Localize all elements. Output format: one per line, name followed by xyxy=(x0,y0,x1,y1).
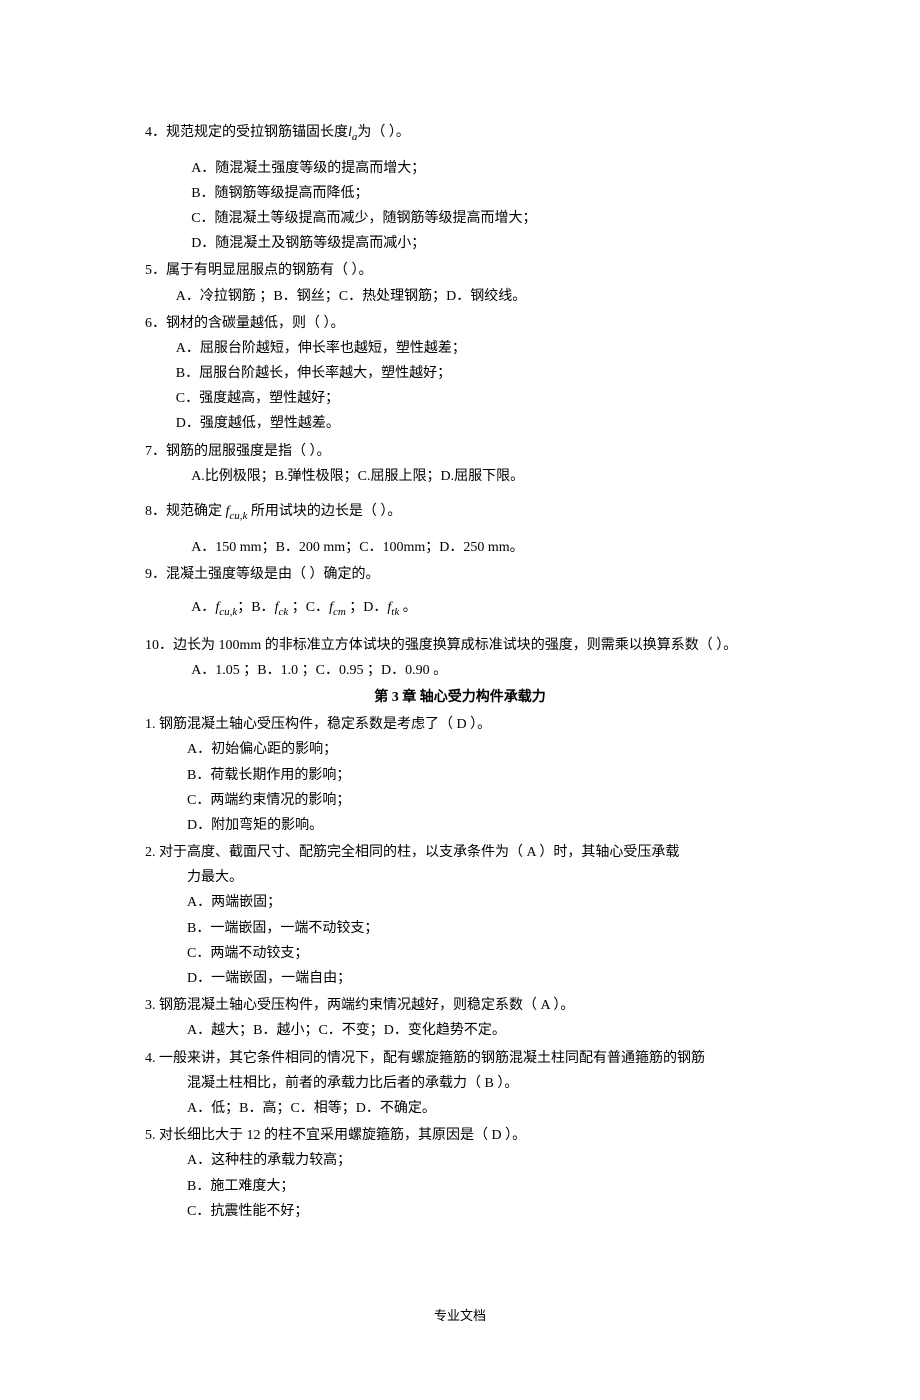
c3q4-stem: 4. 一般来讲，其它条件相同的情况下，配有螺旋箍筋的钢筋混凝土柱同配有普通箍筋的… xyxy=(145,1046,775,1071)
q9-stem: 9．混凝土强度等级是由（ ）确定的。 xyxy=(145,562,775,587)
q4-opt-b: B．随钢筋等级提高而降低； xyxy=(145,181,775,206)
q7-opts: A.比例极限；B.弹性极限；C.屈服上限；D.屈服下限。 xyxy=(145,464,775,489)
q8-text-b: 所用试块的边长是（ ）。 xyxy=(251,504,402,519)
q8-opts: A．150 mm；B．200 mm；C．100mm；D．250 mm。 xyxy=(145,535,775,560)
c3-question-4: 4. 一般来讲，其它条件相同的情况下，配有螺旋箍筋的钢筋混凝土柱同配有普通箍筋的… xyxy=(145,1046,775,1122)
q9-opts: A．fcu,k；B．fck ；C．fcm ；D．ftk 。 xyxy=(145,595,775,623)
q9-s1: cu,k xyxy=(219,606,237,618)
document-page: 4．规范规定的受拉钢筋锚固长度la为（ ）。 A．随混凝土强度等级的提高而增大；… xyxy=(0,0,920,1400)
q5-opts: A．冷拉钢筋 ；B．钢丝；C．热处理钢筋；D．钢绞线。 xyxy=(145,284,775,309)
q7-stem: 7．钢筋的屈服强度是指（ ）。 xyxy=(145,439,775,464)
c3q5-opt-c: C．抗震性能不好； xyxy=(145,1199,775,1224)
q9-s2: ck xyxy=(278,606,288,618)
c3q2-opt-b: B．一端嵌固，一端不动铰支； xyxy=(145,916,775,941)
question-7: 7．钢筋的屈服强度是指（ ）。 A.比例极限；B.弹性极限；C.屈服上限；D.屈… xyxy=(145,439,775,489)
q6-opt-b: B．屈服台阶越长，伸长率越大，塑性越好； xyxy=(145,361,775,386)
question-6: 6．钢材的含碳量越低，则（ ）。 A．屈服台阶越短，伸长率也越短，塑性越差； B… xyxy=(145,311,775,437)
q9-a: A． xyxy=(191,600,215,615)
q4-text-a: 4．规范规定的受拉钢筋锚固长度 xyxy=(145,125,348,140)
q8-stem: 8．规范确定 fcu,k 所用试块的边长是（ ）。 xyxy=(145,499,775,527)
c3q5-stem: 5. 对长细比大于 12 的柱不宜采用螺旋箍筋，其原因是（ D ）。 xyxy=(145,1123,775,1148)
footer-text: 专业文档 xyxy=(145,1304,775,1327)
q6-opt-d: D．强度越低，塑性越差。 xyxy=(145,411,775,436)
c3-question-3: 3. 钢筋混凝土轴心受压构件，两端约束情况越好，则稳定系数（ A ）。 A．越大… xyxy=(145,993,775,1043)
q5-stem: 5．属于有明显屈服点的钢筋有（ ）。 xyxy=(145,258,775,283)
question-10: 10．边长为 100mm 的非标准立方体试块的强度换算成标准试块的强度，则需乘以… xyxy=(145,633,775,683)
c3q4-opts: A．低；B．高；C．相等；D．不确定。 xyxy=(145,1096,775,1121)
c3q2-opt-d: D．一端嵌固，一端自由； xyxy=(145,966,775,991)
q4-stem: 4．规范规定的受拉钢筋锚固长度la为（ ）。 xyxy=(145,120,775,148)
c3-question-1: 1. 钢筋混凝土轴心受压构件，稳定系数是考虑了（ D ）。 A．初始偏心距的影响… xyxy=(145,712,775,838)
q4-opt-a: A．随混凝土强度等级的提高而增大； xyxy=(145,156,775,181)
chapter-3-title: 第 3 章 轴心受力构件承载力 xyxy=(145,685,775,710)
c3q1-opt-c: C．两端约束情况的影响； xyxy=(145,788,775,813)
c3q1-stem: 1. 钢筋混凝土轴心受压构件，稳定系数是考虑了（ D ）。 xyxy=(145,712,775,737)
q8-subvar: cu,k xyxy=(229,510,247,522)
q6-opt-a: A．屈服台阶越短，伸长率也越短，塑性越差； xyxy=(145,336,775,361)
c3q2-stem: 2. 对于高度、截面尺寸、配筋完全相同的柱，以支承条件为（ A ）时，其轴心受压… xyxy=(145,840,775,865)
c3q5-opt-b: B．施工难度大； xyxy=(145,1174,775,1199)
q10-opts: A．1.05 ；B．1.0 ；C．0.95 ；D．0.90 。 xyxy=(145,658,775,683)
c3q2-opt-a: A．两端嵌固； xyxy=(145,890,775,915)
c3-question-5: 5. 对长细比大于 12 的柱不宜采用螺旋箍筋，其原因是（ D ）。 A．这种柱… xyxy=(145,1123,775,1224)
q9-sep3: ；D． xyxy=(346,600,388,615)
question-9: 9．混凝土强度等级是由（ ）确定的。 A．fcu,k；B．fck ；C．fcm … xyxy=(145,562,775,631)
q10-stem: 10．边长为 100mm 的非标准立方体试块的强度换算成标准试块的强度，则需乘以… xyxy=(145,633,775,658)
c3q2-opt-c: C．两端不动铰支； xyxy=(145,941,775,966)
c3q1-opt-d: D．附加弯矩的影响。 xyxy=(145,813,775,838)
c3-question-2: 2. 对于高度、截面尺寸、配筋完全相同的柱，以支承条件为（ A ）时，其轴心受压… xyxy=(145,840,775,991)
q9-sep1: ；B． xyxy=(237,600,274,615)
c3q4-stem2: 混凝土柱相比，前者的承载力比后者的承载力（ B ）。 xyxy=(145,1071,775,1096)
question-5: 5．属于有明显屈服点的钢筋有（ ）。 A．冷拉钢筋 ；B．钢丝；C．热处理钢筋；… xyxy=(145,258,775,308)
q9-sep4: 。 xyxy=(399,600,417,615)
c3q5-opt-a: A．这种柱的承载力较高； xyxy=(145,1148,775,1173)
c3q2-stem2: 力最大。 xyxy=(145,865,775,890)
q9-sep2: ；C． xyxy=(288,600,329,615)
question-4: 4．规范规定的受拉钢筋锚固长度la为（ ）。 A．随混凝土强度等级的提高而增大；… xyxy=(145,120,775,256)
q4-opt-c: C．随混凝土等级提高而减少，随钢筋等级提高而增大； xyxy=(145,206,775,231)
c3q1-opt-b: B．荷载长期作用的影响； xyxy=(145,763,775,788)
q4-text-b: 为（ ）。 xyxy=(357,125,410,140)
q6-opt-c: C．强度越高，塑性越好； xyxy=(145,386,775,411)
c3q3-opts: A．越大；B．越小；C．不变；D．变化趋势不定。 xyxy=(145,1018,775,1043)
q4-opt-d: D．随混凝土及钢筋等级提高而减小； xyxy=(145,231,775,256)
q8-text-a: 8．规范确定 xyxy=(145,504,222,519)
q6-stem: 6．钢材的含碳量越低，则（ ）。 xyxy=(145,311,775,336)
c3q3-stem: 3. 钢筋混凝土轴心受压构件，两端约束情况越好，则稳定系数（ A ）。 xyxy=(145,993,775,1018)
question-8: 8．规范确定 fcu,k 所用试块的边长是（ ）。 A．150 mm；B．200… xyxy=(145,491,775,560)
c3q1-opt-a: A．初始偏心距的影响； xyxy=(145,737,775,762)
q9-s3: cm xyxy=(333,606,346,618)
